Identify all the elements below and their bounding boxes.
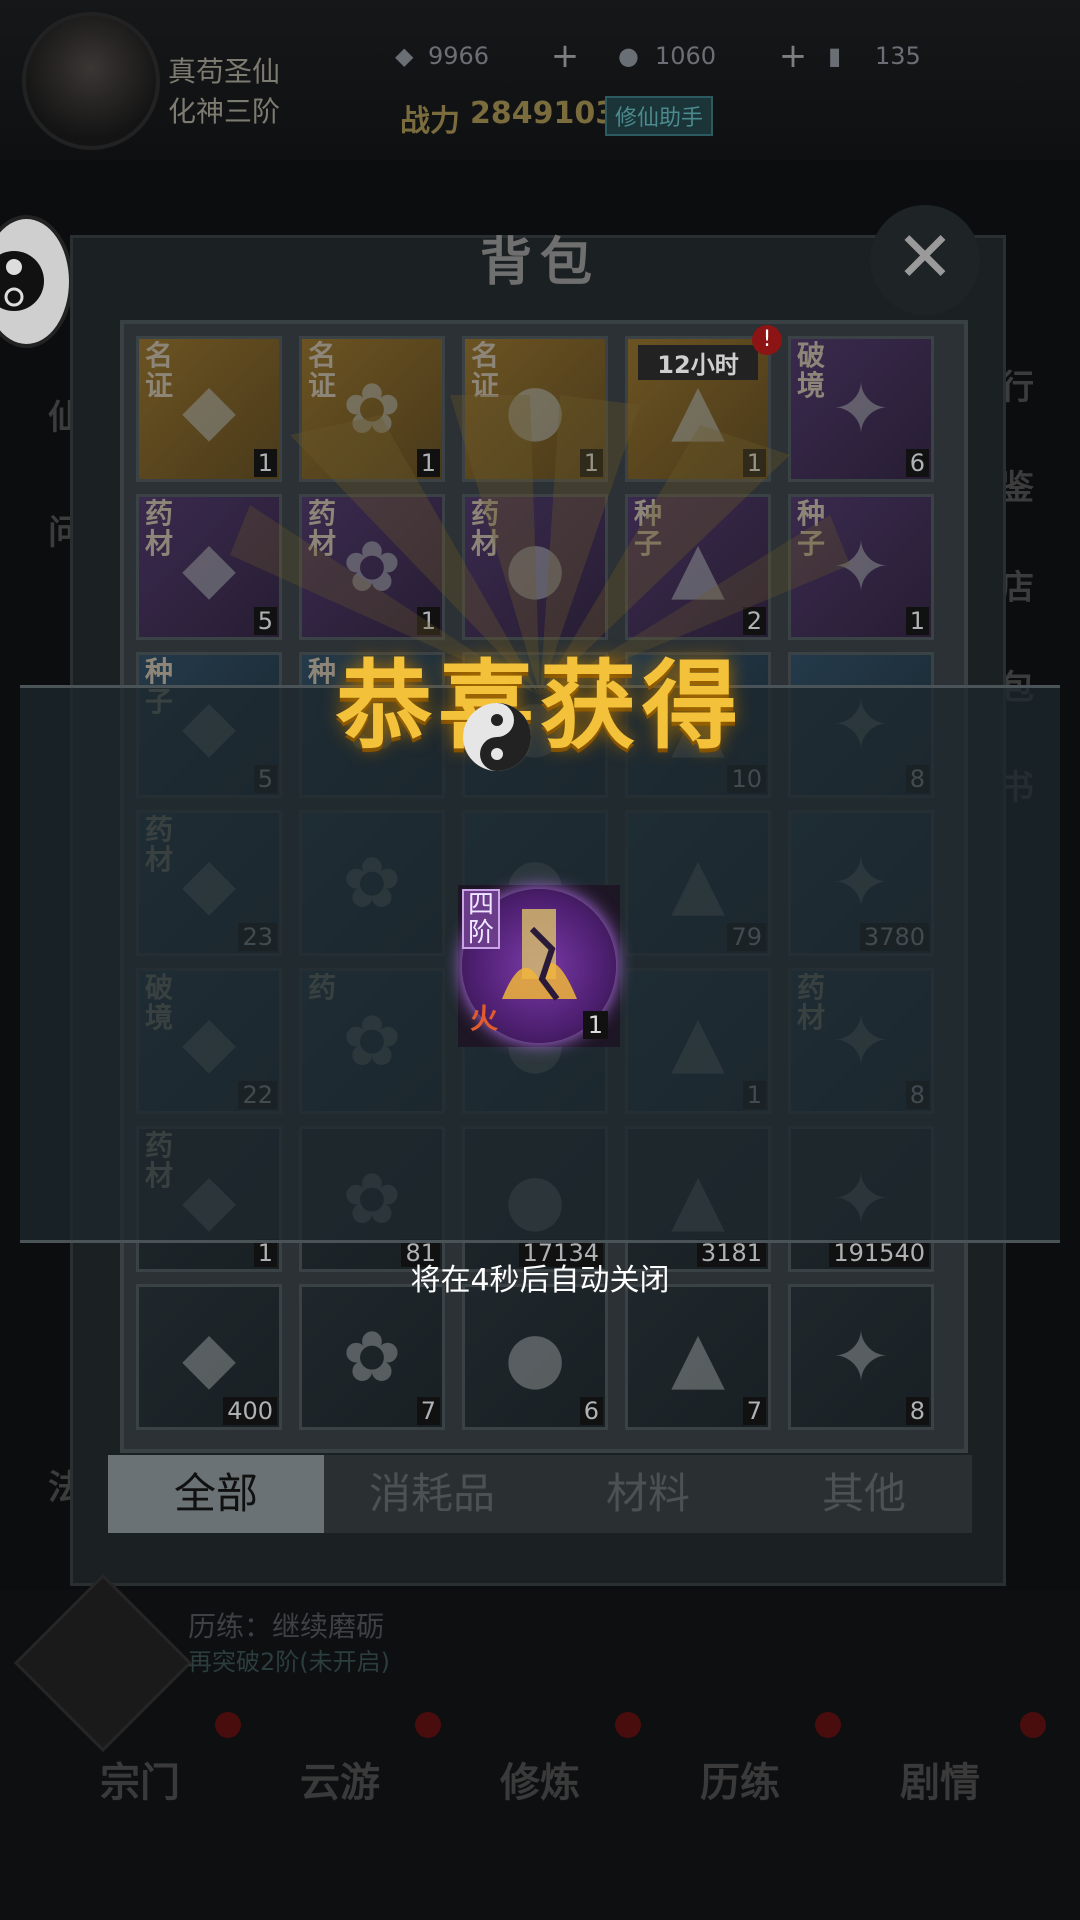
bag-tabs: 全部 消耗品 材料 其他: [108, 1455, 972, 1533]
item-slot[interactable]: ▲ 7: [625, 1284, 771, 1430]
nav-sect[interactable]: 宗门: [65, 1750, 215, 1808]
item-count: 8: [905, 1397, 929, 1425]
tab-all[interactable]: 全部: [108, 1455, 324, 1533]
player-realm: 化神三阶: [168, 95, 281, 128]
nav-story[interactable]: 剧情: [865, 1750, 1015, 1808]
reward-count: 1: [582, 1011, 608, 1039]
reward-element: 火: [470, 1002, 499, 1035]
item-slot[interactable]: ◆ 400: [136, 1284, 282, 1430]
training-status: 历练：继续磨砺: [188, 1610, 385, 1643]
top-hud: 真苟圣仙 化神三阶 ◆ 9966 + ● 1060 + ▮ 135 战力 284…: [0, 0, 1080, 160]
player-name: 真苟圣仙: [168, 55, 281, 88]
item-count: 7: [416, 1397, 440, 1425]
tab-materials[interactable]: 材料: [540, 1455, 756, 1533]
item-slot[interactable]: ● 6: [462, 1284, 608, 1430]
nav-alert-dot: [215, 1712, 241, 1738]
item-count: 6: [905, 449, 929, 477]
item-category-tag: 药材: [145, 497, 174, 560]
close-icon[interactable]: ✕: [870, 205, 980, 315]
taiji-icon: [463, 703, 531, 771]
item-category-tag: 破境: [797, 339, 826, 402]
item-icon: ●: [504, 1316, 566, 1398]
ticket-icon: ▮: [828, 42, 842, 70]
item-slot[interactable]: ✦8: [788, 1284, 934, 1430]
nav-travel[interactable]: 云游: [265, 1750, 415, 1808]
item-slot[interactable]: ✿ 7: [299, 1284, 445, 1430]
spirit-stone-amount: 9966: [428, 42, 490, 70]
item-category-tag: 名证: [471, 339, 500, 402]
jade-icon: ●: [618, 42, 639, 70]
jade-amount: 1060: [655, 42, 717, 70]
item-timer: 12小时: [638, 345, 758, 380]
popup-title: 恭喜获得: [336, 649, 744, 762]
power-label: 战力: [400, 104, 460, 139]
spirit-stone-icon: ◆: [395, 42, 414, 70]
item-icon: ✦: [831, 1316, 891, 1398]
training-sub: 再突破2阶(未开启): [188, 1648, 390, 1676]
alert-icon: !: [752, 325, 782, 355]
item-icon: ◆: [182, 1316, 236, 1398]
tab-consumables[interactable]: 消耗品: [324, 1455, 540, 1533]
nav-training[interactable]: 历练: [665, 1750, 815, 1808]
reward-item[interactable]: 四阶 火 1: [458, 885, 620, 1047]
reward-tier: 四阶: [462, 889, 500, 949]
item-count: 7: [742, 1397, 766, 1425]
item-icon: ✿: [342, 1316, 402, 1398]
add-jade-button[interactable]: +: [778, 39, 808, 73]
add-stone-button[interactable]: +: [550, 39, 580, 73]
item-count: 400: [223, 1397, 277, 1425]
player-avatar[interactable]: [22, 12, 160, 150]
item-category-tag: 名证: [145, 339, 174, 402]
tab-others[interactable]: 其他: [756, 1455, 972, 1533]
nav-cultivate[interactable]: 修炼: [465, 1750, 615, 1808]
power-value: 2849103: [470, 96, 617, 131]
item-count: 6: [579, 1397, 603, 1425]
nav-alert-dot: [615, 1712, 641, 1738]
ticket-amount: 135: [875, 42, 921, 70]
auto-close-notice: 将在4秒后自动关闭: [410, 1263, 670, 1298]
item-icon: ▲: [671, 1316, 725, 1398]
nav-alert-dot: [815, 1712, 841, 1738]
helper-button[interactable]: 修仙助手: [605, 96, 714, 136]
item-category-tag: 名证: [308, 339, 337, 402]
nav-alert-dot: [415, 1712, 441, 1738]
nav-alert-dot: [1020, 1712, 1046, 1738]
